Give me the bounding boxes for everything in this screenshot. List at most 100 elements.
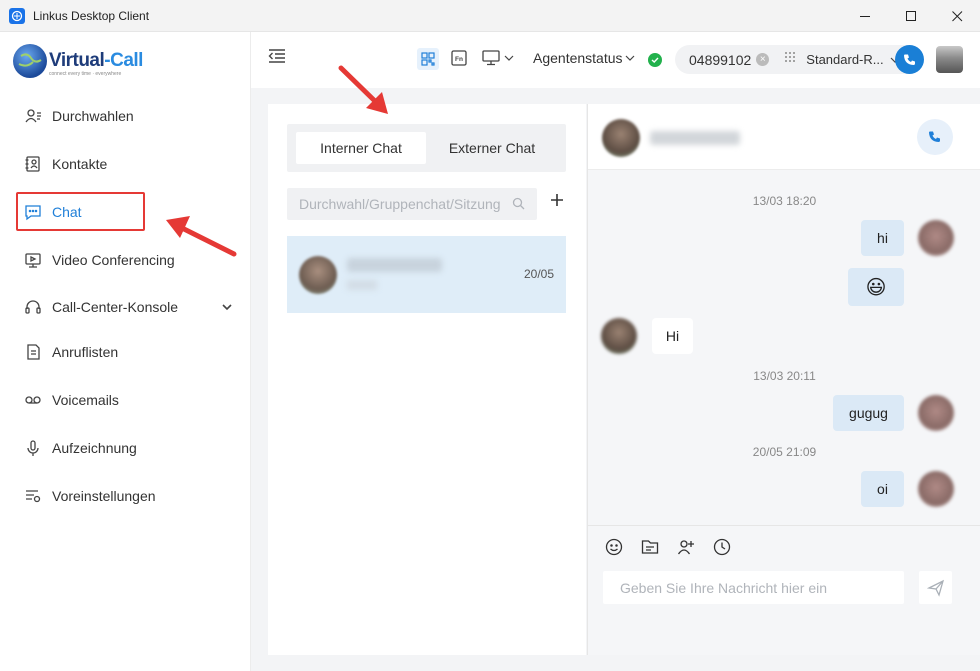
message-timestamp: 20/05 21:09: [752, 445, 817, 459]
tab-externer-chat[interactable]: Externer Chat: [427, 132, 557, 164]
chat-tabs: Interner Chat Externer Chat: [287, 124, 566, 172]
avatar: [918, 471, 954, 507]
search-icon[interactable]: [512, 197, 525, 213]
settings-list-icon: [24, 487, 42, 505]
close-button[interactable]: [934, 0, 980, 32]
minimize-icon: [859, 15, 870, 17]
conversation-name-redacted: [347, 258, 442, 272]
user-avatar[interactable]: [936, 46, 963, 73]
headset-icon: [24, 298, 42, 316]
contact-name-redacted: [650, 131, 740, 145]
phone-icon: [903, 54, 915, 65]
avatar: [918, 395, 954, 431]
conversation-preview-redacted: [347, 280, 377, 290]
chevron-down-icon: [625, 55, 634, 61]
new-chat-button[interactable]: [549, 192, 565, 211]
sidebar-item-label: Kontakte: [52, 156, 108, 172]
message-input[interactable]: [620, 579, 900, 596]
collapse-menu-icon[interactable]: [268, 48, 286, 67]
sidebar-item-label: Aufzeichnung: [52, 440, 137, 456]
monitor-select[interactable]: [482, 50, 514, 66]
history-clock-icon[interactable]: [713, 538, 731, 559]
call-button[interactable]: [895, 45, 924, 74]
message-timestamp: 13/03 18:20: [752, 194, 817, 208]
sidebar: Virtual-Call connect every time · everyw…: [0, 32, 251, 671]
avatar: [299, 256, 337, 294]
brand-logo: Virtual-Call connect every time · everyw…: [13, 44, 143, 78]
call-contact-button[interactable]: [917, 119, 953, 155]
title-bar: Linkus Desktop Client: [0, 0, 980, 32]
dialpad-icon[interactable]: [784, 51, 796, 68]
dial-bar: 04899102 × Standard-R...: [675, 45, 923, 74]
tab-interner-chat[interactable]: Interner Chat: [296, 132, 426, 164]
chat-search: [287, 188, 537, 220]
message-bubble-outgoing: gugug: [833, 395, 904, 431]
contacts-person-icon: [24, 107, 42, 125]
sidebar-item-voreinstellungen[interactable]: Voreinstellungen: [24, 484, 156, 508]
outbound-route-select[interactable]: Standard-R...: [806, 52, 883, 67]
brand-name: Virtual-Call: [49, 50, 143, 71]
conversation-panel: 13/03 18:20 hi 😃 Hi 13/03 20:11 gugug 20…: [587, 104, 980, 655]
sidebar-item-kontakte[interactable]: Kontakte: [24, 152, 107, 176]
voicemail-icon: [24, 391, 42, 409]
agent-status-dropdown[interactable]: Agentenstatus: [533, 50, 635, 66]
maximize-button[interactable]: [888, 0, 934, 32]
sidebar-item-label: Anruflisten: [52, 344, 119, 360]
sidebar-item-call-center-konsole[interactable]: Call-Center-Konsole: [24, 295, 178, 319]
add-contact-icon[interactable]: [677, 538, 695, 559]
agent-status-label: Agentenstatus: [533, 50, 623, 66]
emoji-icon[interactable]: [605, 538, 623, 559]
chevron-down-icon: [504, 55, 514, 61]
minimize-button[interactable]: [842, 0, 888, 32]
sidebar-item-durchwahlen[interactable]: Durchwahlen: [24, 104, 134, 128]
function-key-icon[interactable]: Fn: [451, 50, 467, 69]
plus-icon: [551, 194, 563, 206]
sidebar-item-label: Call-Center-Konsole: [52, 299, 179, 315]
chat-search-input[interactable]: [299, 196, 509, 212]
send-button[interactable]: [919, 571, 952, 604]
brand-tagline: connect every time · everywhere: [49, 71, 122, 77]
message-bubble-outgoing: hi: [861, 220, 904, 256]
conversation-list-item[interactable]: 20/05: [287, 236, 566, 313]
avatar: [918, 220, 954, 256]
monitor-video-icon: [24, 251, 42, 269]
conversation-header: [588, 104, 980, 170]
message-timestamp: 13/03 20:11: [753, 369, 816, 383]
annotation-arrow-icon: [166, 216, 237, 257]
status-available-icon: [648, 53, 662, 67]
qr-code-icon[interactable]: [417, 48, 439, 70]
annotation-highlight-box: [16, 192, 145, 231]
sidebar-item-anruflisten[interactable]: Anruflisten: [24, 340, 118, 364]
sidebar-item-label: Voicemails: [52, 392, 119, 408]
file-icon[interactable]: [641, 538, 659, 559]
maximize-icon: [905, 10, 916, 21]
tab-label: Externer Chat: [448, 140, 536, 156]
chat-list-panel: Interner Chat Externer Chat 20/05: [268, 104, 586, 655]
message-input-box: [603, 571, 904, 604]
message-bubble-outgoing: oi: [861, 471, 904, 507]
avatar: [602, 119, 640, 157]
composer-toolbar: [588, 525, 980, 573]
clear-number-icon[interactable]: ×: [756, 53, 770, 66]
sidebar-item-label: Video Conferencing: [52, 252, 175, 268]
monitor-icon: [482, 50, 500, 66]
chevron-down-icon[interactable]: [221, 300, 233, 316]
phone-icon: [929, 131, 940, 142]
send-icon: [926, 579, 944, 597]
sidebar-item-label: Voreinstellungen: [52, 488, 156, 504]
message-bubble-incoming: Hi: [652, 318, 693, 354]
dial-number-input[interactable]: 04899102: [689, 52, 751, 68]
sidebar-item-video-conferencing[interactable]: Video Conferencing: [24, 248, 175, 272]
sidebar-item-label: Durchwahlen: [52, 108, 134, 124]
avatar: [601, 318, 637, 354]
sidebar-item-voicemails[interactable]: Voicemails: [24, 388, 119, 412]
tab-label: Interner Chat: [320, 140, 402, 156]
call-log-icon: [24, 343, 42, 361]
address-book-icon: [24, 155, 42, 173]
sidebar-item-aufzeichnung[interactable]: Aufzeichnung: [24, 436, 137, 460]
close-icon: [951, 10, 962, 21]
svg-text:Fn: Fn: [455, 56, 463, 63]
annotation-arrow-icon: [338, 65, 388, 114]
message-bubble-outgoing: 😃: [848, 268, 904, 306]
globe-icon: [13, 44, 47, 78]
